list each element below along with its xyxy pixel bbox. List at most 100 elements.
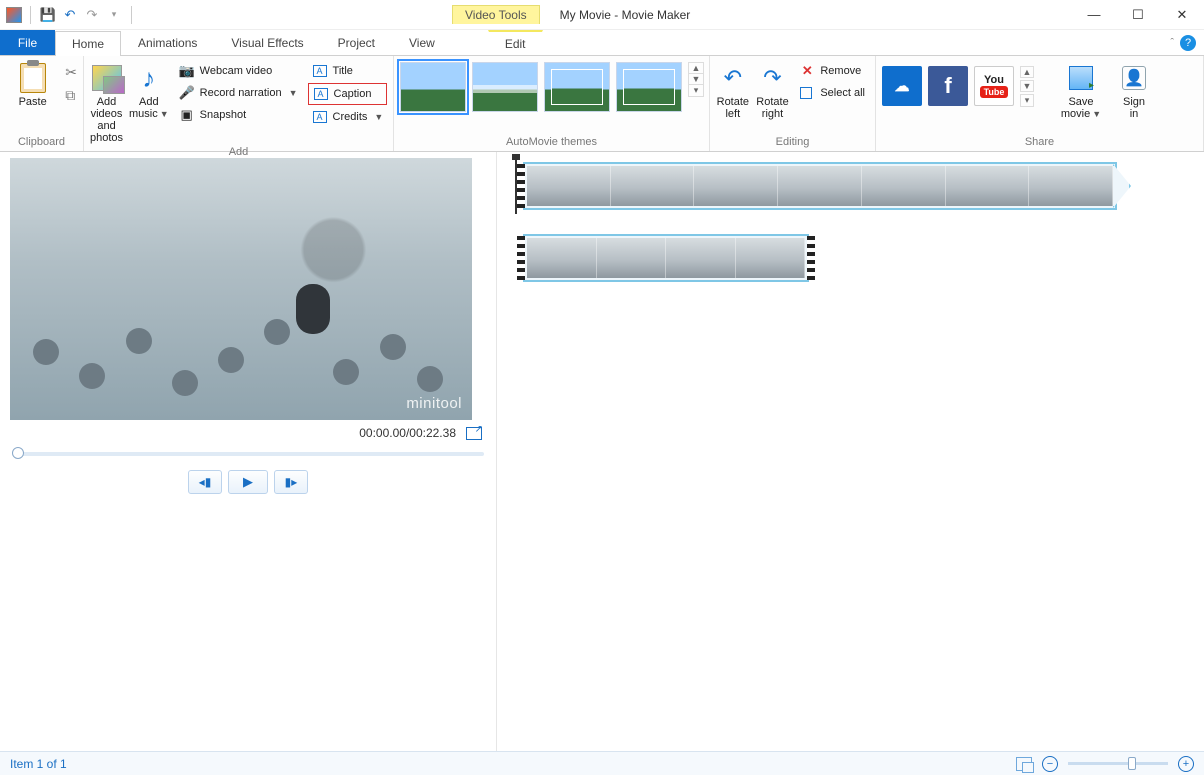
save-movie-icon [1069,66,1093,90]
help-icon[interactable]: ? [1180,35,1196,51]
tab-project[interactable]: Project [321,30,392,55]
music-icon: ♪ [142,63,155,94]
rotate-left-label: Rotate left [717,96,749,120]
close-button[interactable]: ✕ [1160,1,1204,29]
caption-button[interactable]: ACaption [308,83,388,105]
gallery-up-icon[interactable]: ▲ [689,63,703,74]
film-perforation-icon [807,236,815,280]
group-label: Share [882,134,1197,151]
gallery-expand-icon[interactable]: ▾ [689,85,703,96]
select-all-icon [800,87,812,99]
rotate-right-button[interactable]: ↷ Rotate right [756,58,790,120]
share-gallery-up-icon[interactable]: ▲ [1020,66,1034,78]
next-frame-button[interactable]: ▮▸ [274,470,308,494]
webcam-video-button[interactable]: 📷Webcam video [175,61,302,81]
title-icon: A [313,65,327,77]
record-narration-button[interactable]: 🎤Record narration▼ [175,83,302,103]
fullscreen-icon[interactable] [466,427,482,440]
tab-edit[interactable]: Edit [488,30,543,55]
window-buttons: — ☐ ✕ [1072,1,1204,29]
clipboard-icon [20,63,46,93]
app-icon [6,7,22,23]
tab-visual-effects[interactable]: Visual Effects [214,30,320,55]
remove-button[interactable]: ✕Remove [795,61,869,81]
tab-file[interactable]: File [0,30,55,55]
maximize-button[interactable]: ☐ [1116,1,1160,29]
copy-icon[interactable]: ⧉ [65,87,77,104]
rotate-right-label: Rotate right [756,96,788,120]
crowd-placeholder [10,263,472,420]
gallery-down-icon[interactable]: ▼ [689,74,703,85]
qat-save-icon[interactable]: 💾 [39,6,57,24]
add-music-button[interactable]: ♪ Add music▼ [129,58,169,120]
paste-button[interactable]: Paste [6,58,59,108]
contextual-tab-header: Video Tools [452,5,540,24]
video-tools-label: Video Tools [452,5,540,24]
share-facebook-icon[interactable]: f [928,66,968,106]
tab-view[interactable]: View [392,30,452,55]
zoom-slider[interactable] [1068,762,1168,765]
add-videos-photos-button[interactable]: Add videos and photos [90,58,123,144]
paste-label: Paste [19,96,47,108]
zoom-in-button[interactable]: + [1178,756,1194,772]
qat-undo-icon[interactable]: ↶ [61,6,79,24]
thumbnail-size-icon[interactable] [1016,757,1032,771]
sign-in-label: Sign in [1123,96,1145,120]
group-automovie-themes: ▲ ▼ ▾ AutoMovie themes [394,56,710,151]
rotate-left-button[interactable]: ↶ Rotate left [716,58,750,120]
qat-customize-icon[interactable]: ▾ [105,6,123,24]
user-icon: 👤 [1122,66,1146,90]
theme-thumb[interactable] [616,62,682,112]
prev-frame-button[interactable]: ◂▮ [188,470,222,494]
minimize-button[interactable]: — [1072,1,1116,29]
theme-thumb[interactable] [544,62,610,112]
save-movie-button[interactable]: Save movie▼ [1056,58,1106,120]
status-item-count: Item 1 of 1 [10,757,67,771]
ribbon-help-area: ˆ ? [1170,30,1204,55]
quick-access-toolbar: 💾 ↶ ↷ ▾ [0,6,142,24]
workspace: minitool 00:00.00/00:22.38 ◂▮ ▶ ▮▸ [0,152,1204,751]
snapshot-button[interactable]: ▣Snapshot [175,105,302,125]
theme-thumb[interactable] [472,62,538,112]
add-videos-label: Add videos and photos [90,96,123,144]
group-share: ☁ f YouTube ▲ ▼ ▾ Save movie▼ 👤 Sign in [876,56,1204,151]
title-bar: 💾 ↶ ↷ ▾ Video Tools My Movie - Movie Mak… [0,0,1204,30]
share-gallery-expand-icon[interactable]: ▾ [1020,94,1034,107]
sign-in-button[interactable]: 👤 Sign in [1112,58,1156,120]
rotate-right-icon: ↷ [763,65,781,91]
group-add: Add videos and photos ♪ Add music▼ 📷Webc… [84,56,394,151]
timeline-clip[interactable] [523,234,809,282]
play-button[interactable]: ▶ [228,470,268,494]
theme-thumb[interactable] [400,62,466,112]
window-title: My Movie - Movie Maker [560,8,691,22]
select-all-button[interactable]: Select all [795,83,869,103]
zoom-knob[interactable] [1128,757,1136,770]
group-label: Editing [716,134,869,151]
title-button[interactable]: ATitle [308,61,388,81]
seek-knob[interactable] [12,447,24,459]
cut-icon[interactable]: ✂ [65,64,77,81]
snapshot-icon: ▣ [179,107,195,123]
credits-icon: A [313,111,327,123]
preview-pane: minitool 00:00.00/00:22.38 ◂▮ ▶ ▮▸ [0,152,497,751]
share-youtube-icon[interactable]: YouTube [974,66,1014,106]
preview-video[interactable]: minitool [10,158,472,420]
share-gallery-down-icon[interactable]: ▼ [1020,80,1034,92]
collapse-ribbon-icon[interactable]: ˆ [1170,37,1174,49]
tab-home[interactable]: Home [55,31,121,56]
separator [131,6,132,24]
playhead[interactable] [515,158,517,214]
credits-button[interactable]: ACredits▼ [308,107,388,127]
share-onedrive-icon[interactable]: ☁ [882,66,922,106]
microphone-icon: 🎤 [179,85,195,101]
time-display: 00:00.00/00:22.38 [359,426,456,440]
timeline-pane[interactable] [497,152,1204,751]
film-perforation-icon [517,236,525,280]
seek-bar[interactable] [12,452,484,456]
timeline-clip[interactable] [523,162,1117,210]
zoom-out-button[interactable]: − [1042,756,1058,772]
playback-controls: ◂▮ ▶ ▮▸ [10,470,486,494]
qat-redo-icon[interactable]: ↷ [83,6,101,24]
caption-icon: A [314,88,328,100]
tab-animations[interactable]: Animations [121,30,214,55]
